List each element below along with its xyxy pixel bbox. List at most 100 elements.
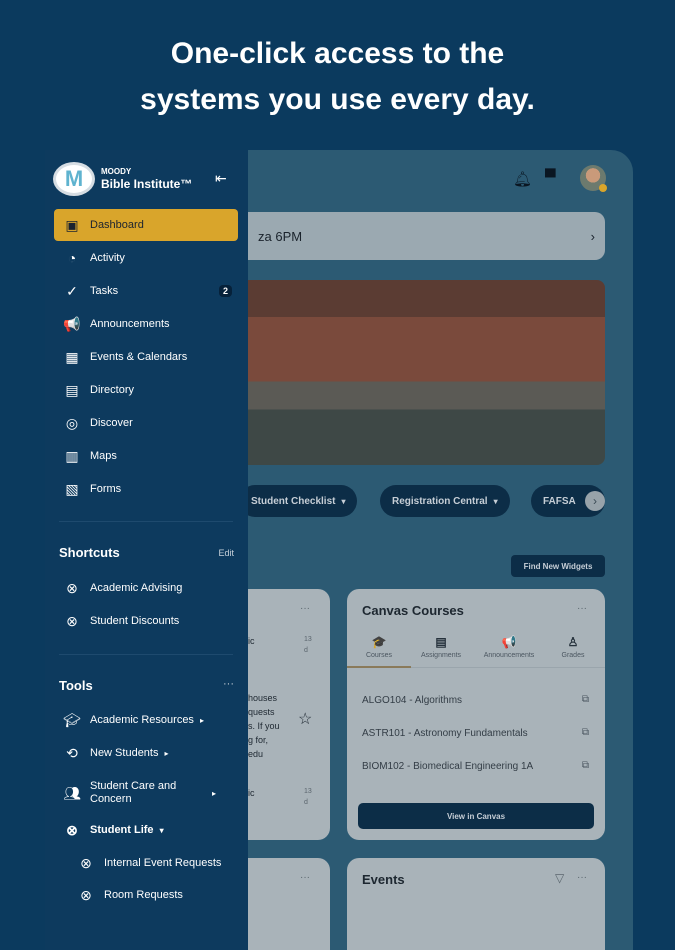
tool-academic-resources[interactable]: 🎓︎ Academic Resources ▸ <box>54 704 238 736</box>
more-icon[interactable]: ··· <box>300 872 310 883</box>
tab-announcements[interactable]: 📢 Announcements <box>477 635 541 659</box>
tab-label: Courses <box>365 652 393 659</box>
filter-icon[interactable]: ▽ <box>555 871 564 885</box>
chip-label: Registration Central <box>392 495 488 507</box>
app-icon: ⊗ <box>80 886 92 903</box>
external-link-icon[interactable]: ⧉ <box>582 694 589 705</box>
nav-label: Student Care and Concern <box>90 780 177 805</box>
more-icon[interactable]: ··· <box>577 872 587 883</box>
moody-logo: M <box>53 162 95 196</box>
tab-label: Announcements <box>483 652 535 659</box>
tab-grades[interactable]: ♙ Grades <box>541 635 605 659</box>
sidebar-item-forms[interactable]: ▧ Forms <box>54 473 238 505</box>
chip-label: FAFSA <box>543 495 576 507</box>
nav-label: Tasks <box>90 285 119 297</box>
tool-internal-event-requests[interactable]: ⊗ Internal Event Requests <box>68 847 238 879</box>
card-text: ic <box>248 636 255 646</box>
canvas-courses-card: Canvas Courses ··· 🎓 Courses ▤ Assignments… <box>347 589 605 840</box>
sidebar-item-directory[interactable]: ▤ Directory <box>54 374 238 406</box>
collapse-sidebar-icon[interactable]: ⇤ <box>215 170 227 187</box>
tool-room-requests[interactable]: ⊗ Room Requests <box>68 879 238 911</box>
nav-label: Student Life <box>90 824 154 836</box>
graduation-cap-icon: 🎓 <box>371 635 387 649</box>
external-link-icon[interactable]: ⧉ <box>582 727 589 738</box>
sidebar-item-dashboard[interactable]: ▣ Dashboard <box>54 209 238 241</box>
tool-student-life[interactable]: ⊗ Student Life ▾ <box>54 814 238 846</box>
tab-label: Grades <box>561 652 585 659</box>
bell-icon[interactable]: 🔔︎ <box>513 170 532 188</box>
announcement-banner[interactable]: za 6PM › <box>248 212 605 260</box>
clipboard-icon: ▧ <box>65 480 79 497</box>
sidebar-item-activity[interactable]: ◔ Activity <box>54 242 238 274</box>
award-icon: ♙ <box>567 635 579 649</box>
nav-label: Forms <box>90 483 122 495</box>
brand-line-1: MOODY <box>101 167 132 176</box>
card-text: s. If you <box>248 721 280 731</box>
check-circle-icon: ✓ <box>66 282 78 299</box>
megaphone-icon: 📢 <box>501 635 517 649</box>
view-in-canvas-button[interactable]: View in Canvas <box>358 803 594 829</box>
card-date: d <box>304 799 308 806</box>
card-text: quests <box>248 707 275 717</box>
course-link[interactable]: ASTR101 - Astronomy Fundamentals <box>362 728 528 739</box>
app-icon: ⊗ <box>66 821 78 838</box>
more-icon[interactable]: ··· <box>300 603 310 614</box>
course-link[interactable]: ALGO104 - Algorithms <box>362 695 462 706</box>
dashboard-icon: ▣ <box>65 216 79 233</box>
headline-line-2: systems you use every day. <box>140 83 535 116</box>
tools-more-icon[interactable]: ··· <box>223 678 234 690</box>
card-text: g for, <box>248 735 269 745</box>
card-text: houses <box>248 693 278 703</box>
external-link-icon[interactable]: ⧉ <box>582 760 589 771</box>
course-link[interactable]: BIOM102 - Biomedical Engineering 1A <box>362 761 533 772</box>
card-title: Events <box>362 872 405 887</box>
chevron-right-icon: ▸ <box>212 788 217 798</box>
banner-text: za 6PM <box>258 228 303 244</box>
card-text: edu <box>248 749 264 759</box>
people-icon: 👥︎ <box>63 784 81 801</box>
avatar[interactable] <box>580 165 607 192</box>
card-date: d <box>304 647 308 654</box>
chat-icon[interactable]: ▀ <box>545 169 556 186</box>
sidebar-item-discover[interactable]: ◎ Discover <box>54 407 238 439</box>
sidebar: M MOODY Bible Institute™ ⇤ ▣ Dashboard ◔ Ac… <box>45 150 248 950</box>
sidebar-item-maps[interactable]: ▥ Maps <box>54 440 238 472</box>
shortcut-academic-advising[interactable]: ⊗ Academic Advising <box>54 572 238 604</box>
nav-label: Directory <box>90 384 135 396</box>
headline: One-click access to the systems you use … <box>0 31 675 123</box>
brand-name: Bible Institute™ <box>101 177 193 191</box>
tab-assignments[interactable]: ▤ Assignments <box>409 635 473 659</box>
tasks-badge: 2 <box>218 285 232 297</box>
card-date: 13 <box>304 636 312 643</box>
calendar-icon: ▦ <box>65 348 79 365</box>
sidebar-item-events-calendars[interactable]: ▦ Events & Calendars <box>54 341 238 373</box>
compass-icon: ◎ <box>65 414 79 431</box>
active-tab-indicator <box>347 666 411 668</box>
chevron-down-icon: ▾ <box>159 825 164 835</box>
chevron-right-icon: › <box>590 228 595 244</box>
caret-down-icon: ▾ <box>493 496 498 506</box>
clipboard-icon: ▤ <box>435 635 447 649</box>
nav-label: Room Requests <box>104 889 183 901</box>
tab-courses[interactable]: 🎓 Courses <box>347 635 411 659</box>
divider <box>59 521 233 522</box>
sidebar-item-tasks[interactable]: ✓ Tasks 2 <box>54 275 238 307</box>
chip-registration-central[interactable]: Registration Central ▾ <box>380 485 510 517</box>
campus-photo <box>248 280 605 465</box>
map-icon: ▥ <box>65 447 79 464</box>
nav-label: New Students <box>90 747 159 759</box>
tool-student-care[interactable]: 👥︎ Student Care and Concern ▸ <box>54 776 238 810</box>
nav-label: Discover <box>90 417 133 429</box>
shortcut-student-discounts[interactable]: ⊗ Student Discounts <box>54 605 238 637</box>
chips-next-button[interactable]: › <box>585 491 605 511</box>
star-icon[interactable]: ☆ <box>298 709 312 729</box>
nav-label: Academic Advising <box>90 582 183 594</box>
sidebar-item-announcements[interactable]: 📢 Announcements <box>54 308 238 340</box>
tool-new-students[interactable]: ⟲ New Students ▸ <box>54 737 238 769</box>
more-icon[interactable]: ··· <box>577 603 587 614</box>
nav-label: Internal Event Requests <box>104 857 222 869</box>
edit-shortcuts-link[interactable]: Edit <box>218 548 234 558</box>
find-new-widgets-button[interactable]: Find New Widgets <box>511 555 605 577</box>
chip-student-checklist[interactable]: Student Checklist ▾ <box>239 485 358 517</box>
nav-label: Dashboard <box>90 219 144 231</box>
